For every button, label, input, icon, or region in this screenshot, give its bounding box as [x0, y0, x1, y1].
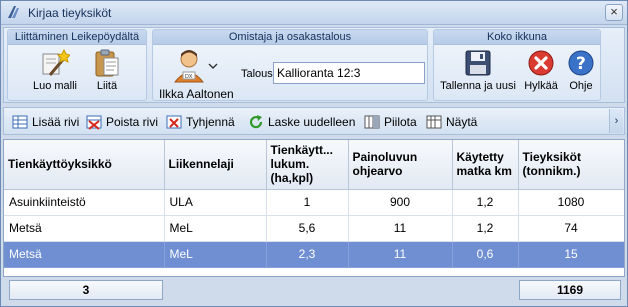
table-cell[interactable]: Asuinkiinteistö	[4, 189, 165, 216]
recalculate-button[interactable]: Laske uudelleen	[248, 113, 356, 131]
save-disk-icon	[465, 50, 491, 76]
show-button[interactable]: Näytä	[426, 113, 482, 131]
column-header[interactable]: Tienkäyttöyksikkö	[4, 140, 165, 190]
add-row-grid-icon	[12, 115, 28, 129]
paste-label: Liitä	[96, 80, 118, 92]
header-row: Tienkäyttöyksikkö Liikennelaji Tienkäytt…	[4, 140, 624, 190]
table-cell[interactable]: 15	[518, 241, 624, 268]
reject-x-icon	[528, 50, 554, 76]
reject-button[interactable]: Hylkää	[522, 48, 560, 92]
svg-text:?: ?	[576, 54, 586, 74]
column-header[interactable]: Liikennelaji	[164, 140, 267, 190]
chevron-right-icon: ›	[614, 115, 619, 127]
table-cell[interactable]: 900	[348, 189, 453, 216]
hide-columns-icon	[364, 115, 380, 129]
column-header[interactable]: Tieyksiköt (tonnikm.)	[518, 140, 624, 190]
owner-selector[interactable]: DX	[173, 48, 221, 84]
window-title: Kirjaa tieyksiköt	[28, 6, 112, 20]
road-units-grid: Tienkäyttöyksikkö Liikennelaji Tienkäytt…	[3, 139, 625, 277]
create-template-label: Luo malli	[32, 80, 78, 92]
refresh-icon	[249, 115, 263, 129]
app-logo-icon	[8, 6, 19, 18]
table-cell[interactable]: Metsä	[4, 215, 165, 242]
magic-wand-icon	[42, 48, 70, 76]
help-label: Ohje	[569, 80, 593, 92]
show-label: Näytä	[446, 115, 478, 129]
clipboard-icon	[95, 49, 119, 77]
table-cell[interactable]: ULA	[164, 189, 267, 216]
add-row-label: Lisää rivi	[32, 115, 80, 129]
save-and-new-label: Tallenna ja uusi	[440, 80, 516, 92]
owner-name: Ilkka Aaltonen	[159, 87, 234, 101]
owner-group-title: Omistaja ja osakastalous	[153, 30, 427, 45]
user-avatar-icon: DX	[173, 50, 218, 83]
row-count-summary: 3	[9, 280, 163, 300]
owner-group: Omistaja ja osakastalous DX Ilkka Aalton…	[152, 29, 428, 101]
window: Kirjaa tieyksiköt × Liittäminen Leikepöy…	[0, 0, 628, 307]
add-row-button[interactable]: Lisää rivi	[12, 113, 82, 131]
delete-row-icon	[86, 115, 102, 130]
table-cell[interactable]: 1,2	[452, 189, 519, 216]
table-cell[interactable]: 5,6	[266, 215, 349, 242]
clipboard-group-title: Liittäminen Leikepöydältä	[8, 30, 146, 45]
table-cell[interactable]: MeL	[164, 241, 267, 268]
delete-row-button[interactable]: Poista rivi	[86, 113, 160, 131]
svg-text:DX: DX	[185, 74, 193, 80]
close-button[interactable]: ×	[605, 4, 623, 21]
hide-button[interactable]: Piilota	[364, 113, 420, 131]
save-and-new-button[interactable]: Tallenna ja uusi	[436, 48, 520, 92]
help-question-icon: ?	[568, 50, 594, 76]
table-cell[interactable]: 1	[266, 189, 349, 216]
table-cell[interactable]: MeL	[164, 215, 267, 242]
column-header[interactable]: Käytetty matka km	[452, 140, 519, 190]
delete-row-label: Poista rivi	[106, 115, 159, 129]
household-label: Talous	[241, 68, 273, 80]
household-input[interactable]	[273, 62, 425, 84]
table-cell[interactable]: 1,2	[452, 215, 519, 242]
column-header[interactable]: Painoluvun ohjearvo	[348, 140, 453, 190]
grid-summary-footer: 3 1169	[3, 280, 625, 302]
grid-toolbar: Lisää rivi Poista rivi Tyhjennä Laske uu…	[3, 107, 625, 135]
table-cell[interactable]: 74	[518, 215, 624, 242]
title-bar: Kirjaa tieyksiköt ×	[1, 1, 627, 25]
table-cell[interactable]: 2,3	[266, 241, 349, 268]
window-group-title: Koko ikkuna	[434, 30, 600, 45]
hide-label: Piilota	[384, 115, 417, 129]
table-cell[interactable]: Metsä	[4, 241, 165, 268]
reject-label: Hylkää	[524, 80, 558, 92]
road-units-table: Tienkäyttöyksikkö Liikennelaji Tienkäytt…	[4, 140, 624, 268]
table-row-selected[interactable]: Metsä MeL 2,3 11 0,6 15	[4, 241, 624, 268]
toolbar-overflow-button[interactable]: ›	[609, 109, 623, 133]
clipboard-group: Liittäminen Leikepöydältä Luo malli Liit…	[7, 29, 147, 101]
table-row[interactable]: Asuinkiinteistö ULA 1 900 1,2 1080	[4, 189, 624, 216]
clear-button[interactable]: Tyhjennä	[166, 113, 240, 131]
column-header[interactable]: Tienkäytt... lukum. (ha,kpl)	[266, 140, 349, 190]
clear-table-icon	[166, 115, 182, 129]
create-template-button[interactable]: Luo malli	[26, 48, 84, 92]
ribbon: Liittäminen Leikepöydältä Luo malli Liit…	[3, 27, 625, 103]
table-cell[interactable]: 0,6	[452, 241, 519, 268]
close-icon: ×	[610, 4, 618, 19]
table-cell[interactable]: 11	[348, 215, 453, 242]
table-row[interactable]: Metsä MeL 5,6 11 1,2 74	[4, 215, 624, 242]
table-cell[interactable]: 1080	[518, 189, 624, 216]
paste-button[interactable]: Liitä	[90, 48, 124, 92]
total-units-summary: 1169	[519, 280, 621, 300]
recalculate-label: Laske uudelleen	[268, 115, 356, 129]
clear-label: Tyhjennä	[186, 115, 235, 129]
help-button[interactable]: ? Ohje	[564, 48, 598, 92]
table-cell[interactable]: 11	[348, 241, 453, 268]
show-columns-icon	[426, 115, 442, 129]
window-group: Koko ikkuna Tallenna ja uusi Hylkää ? Oh…	[433, 29, 601, 101]
